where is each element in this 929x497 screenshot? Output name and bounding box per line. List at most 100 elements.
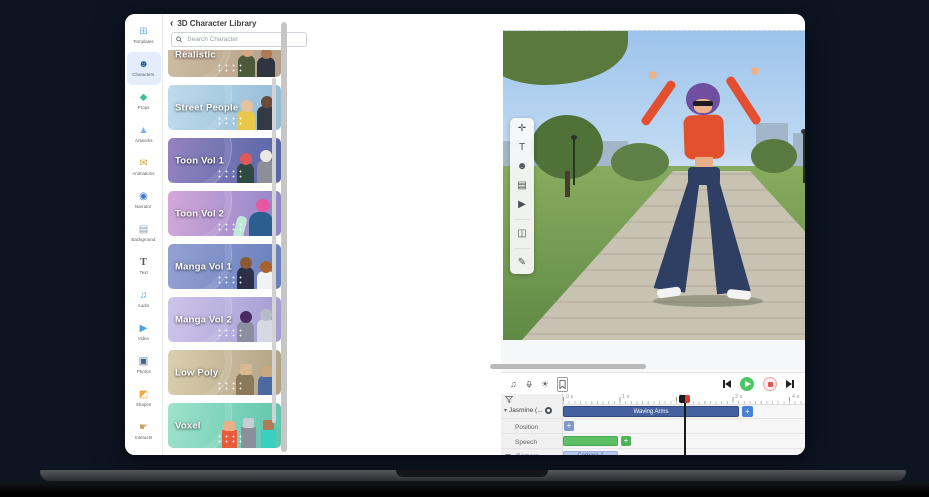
card-realistic[interactable]: Realistic — [168, 50, 281, 77]
sidebar-item-photos[interactable]: ▣ Photos — [127, 349, 161, 382]
track-row-camera[interactable]: Camera — [505, 453, 539, 455]
playhead-handle[interactable] — [679, 395, 690, 403]
narrator-icon: ◉ — [139, 191, 148, 203]
figure-head — [243, 418, 254, 428]
main-area: ✛ T ☻ ▤ ▶ ◫ ✎ 57% — [313, 14, 805, 455]
card-street-people[interactable]: Street People — [168, 85, 281, 130]
figure-head — [260, 261, 272, 273]
audio-icon: ♫ — [140, 290, 148, 302]
hand-tool-icon[interactable]: ✛ — [514, 124, 530, 134]
card-label: Voxel — [175, 420, 201, 431]
back-icon[interactable]: ‹ — [170, 18, 173, 29]
scene-trunk-left — [565, 171, 570, 197]
timeline: ▾ Jasmine (... Position Speech Camera — [501, 394, 805, 455]
dots-pattern — [216, 275, 242, 286]
card-label: Toon Vol 1 — [175, 155, 224, 166]
scene-canvas[interactable] — [503, 30, 805, 341]
sidebar-item-props[interactable]: ◆ Props — [127, 85, 161, 118]
sidebar-item-label: Photos — [136, 369, 150, 374]
dots-pattern — [216, 116, 242, 127]
skip-to-start-button[interactable] — [723, 380, 731, 388]
figure-head — [240, 153, 252, 165]
music-icon[interactable]: ♫ — [510, 379, 517, 389]
add-speech-button[interactable]: + — [621, 436, 631, 446]
sidebar-item-animations[interactable]: ✉ Animations — [127, 151, 161, 184]
card-voxel[interactable]: Voxel — [168, 403, 281, 448]
panel-scrollbar[interactable] — [281, 22, 287, 452]
toolbar-divider — [514, 219, 530, 220]
card-toon-vol-2[interactable]: Toon Vol 2 — [168, 191, 281, 236]
dots-pattern — [216, 328, 242, 339]
dots-pattern — [216, 169, 242, 180]
card-manga-vol-1[interactable]: Manga Vol 1 — [168, 244, 281, 289]
character-tool-icon[interactable]: ☻ — [514, 162, 530, 172]
paint-roller-icon[interactable]: ✎ — [514, 258, 530, 268]
main-sidebar: ⊞ Templates ☻ Characters ◆ Props ▲ Artwo… — [125, 14, 163, 455]
bookmark-toggle[interactable] — [557, 377, 568, 392]
clip-speech[interactable] — [563, 436, 618, 446]
figure-head — [240, 364, 252, 375]
sidebar-item-shapes[interactable]: ◩ Shapes — [127, 382, 161, 415]
sidebar-item-narrator[interactable]: ◉ Narrator — [127, 184, 161, 217]
app-window: ⊞ Templates ☻ Characters ◆ Props ▲ Artwo… — [125, 14, 805, 455]
scene-lamp — [573, 139, 575, 185]
figure-head — [240, 311, 252, 323]
scene-lamp — [803, 133, 805, 183]
shapes-icon: ◩ — [139, 389, 148, 401]
text-tool-icon[interactable]: T — [514, 143, 530, 153]
card-list-scrollbar[interactable] — [272, 78, 276, 423]
ruler-tick-label: 1 s — [622, 394, 629, 400]
character-library-panel: ‹ 3D Character Library Realistic — [163, 14, 314, 455]
ruler-tick-label: 3 s — [735, 394, 742, 400]
video-tool-icon[interactable]: ▶ — [514, 200, 530, 210]
text-icon: T — [140, 257, 147, 269]
scene-tree-topleft — [503, 30, 628, 85]
card-list: Realistic Street People Toon Vol 1 — [168, 50, 286, 455]
sidebar-item-artworks[interactable]: ▲ Artworks — [127, 118, 161, 151]
bookmark-icon — [559, 380, 566, 389]
background-icon: ▤ — [139, 224, 148, 236]
stop-button[interactable] — [763, 377, 777, 391]
clip-camera-1[interactable]: Camera 1 — [563, 451, 618, 455]
scene-tree-left — [531, 115, 603, 179]
image-tool-icon[interactable]: ▤ — [514, 181, 530, 191]
sidebar-item-characters[interactable]: ☻ Characters — [127, 52, 161, 85]
animations-icon: ✉ — [139, 158, 147, 170]
sidebar-item-video[interactable]: ▶ Video — [127, 316, 161, 349]
add-action-button[interactable]: + — [742, 406, 753, 417]
sidebar-item-label: Narrator — [135, 204, 152, 209]
play-button[interactable] — [740, 377, 754, 391]
figure — [241, 427, 256, 448]
sidebar-item-text[interactable]: T Text — [127, 250, 161, 283]
microphone-icon[interactable] — [526, 379, 532, 390]
layout-tool-icon[interactable]: ◫ — [514, 229, 530, 239]
add-position-keyframe-button[interactable]: + — [564, 421, 574, 431]
figure-head — [224, 421, 235, 431]
ruler-tick-label: 0 s — [566, 394, 573, 400]
sidebar-item-background[interactable]: ▤ Background — [127, 217, 161, 250]
dots-pattern — [216, 222, 242, 233]
effects-sun-icon[interactable]: ☀ — [541, 379, 549, 389]
card-label: Toon Vol 2 — [175, 208, 224, 219]
clip-waving-arms[interactable]: Waving Arms — [563, 406, 739, 417]
card-toon-vol-1[interactable]: Toon Vol 1 — [168, 138, 281, 183]
sidebar-item-interacts[interactable]: ☛ Interacts — [127, 415, 161, 448]
photos-icon: ▣ — [139, 356, 148, 368]
laptop-notch — [396, 470, 548, 477]
sidebar-item-audio[interactable]: ♫ Audio — [127, 283, 161, 316]
artworks-icon: ▲ — [139, 125, 149, 137]
scene-trees-mid — [611, 143, 669, 181]
interacts-icon: ☛ — [139, 422, 148, 434]
card-label: Manga Vol 1 — [175, 261, 232, 272]
sidebar-item-label: Artworks — [135, 138, 153, 143]
sidebar-item-label: Props — [138, 105, 150, 110]
sidebar-item-label: Interacts — [135, 435, 152, 440]
filter-funnel-icon[interactable] — [505, 396, 513, 403]
canvas-horizontal-scrollbar[interactable] — [490, 364, 646, 369]
card-manga-vol-2[interactable]: Manga Vol 2 — [168, 297, 281, 342]
skip-to-end-button[interactable] — [786, 380, 794, 388]
figure-head — [241, 100, 253, 112]
sidebar-item-label: Shapes — [136, 402, 151, 407]
sidebar-item-templates[interactable]: ⊞ Templates — [127, 19, 161, 52]
card-low-poly[interactable]: Low Poly — [168, 350, 281, 395]
